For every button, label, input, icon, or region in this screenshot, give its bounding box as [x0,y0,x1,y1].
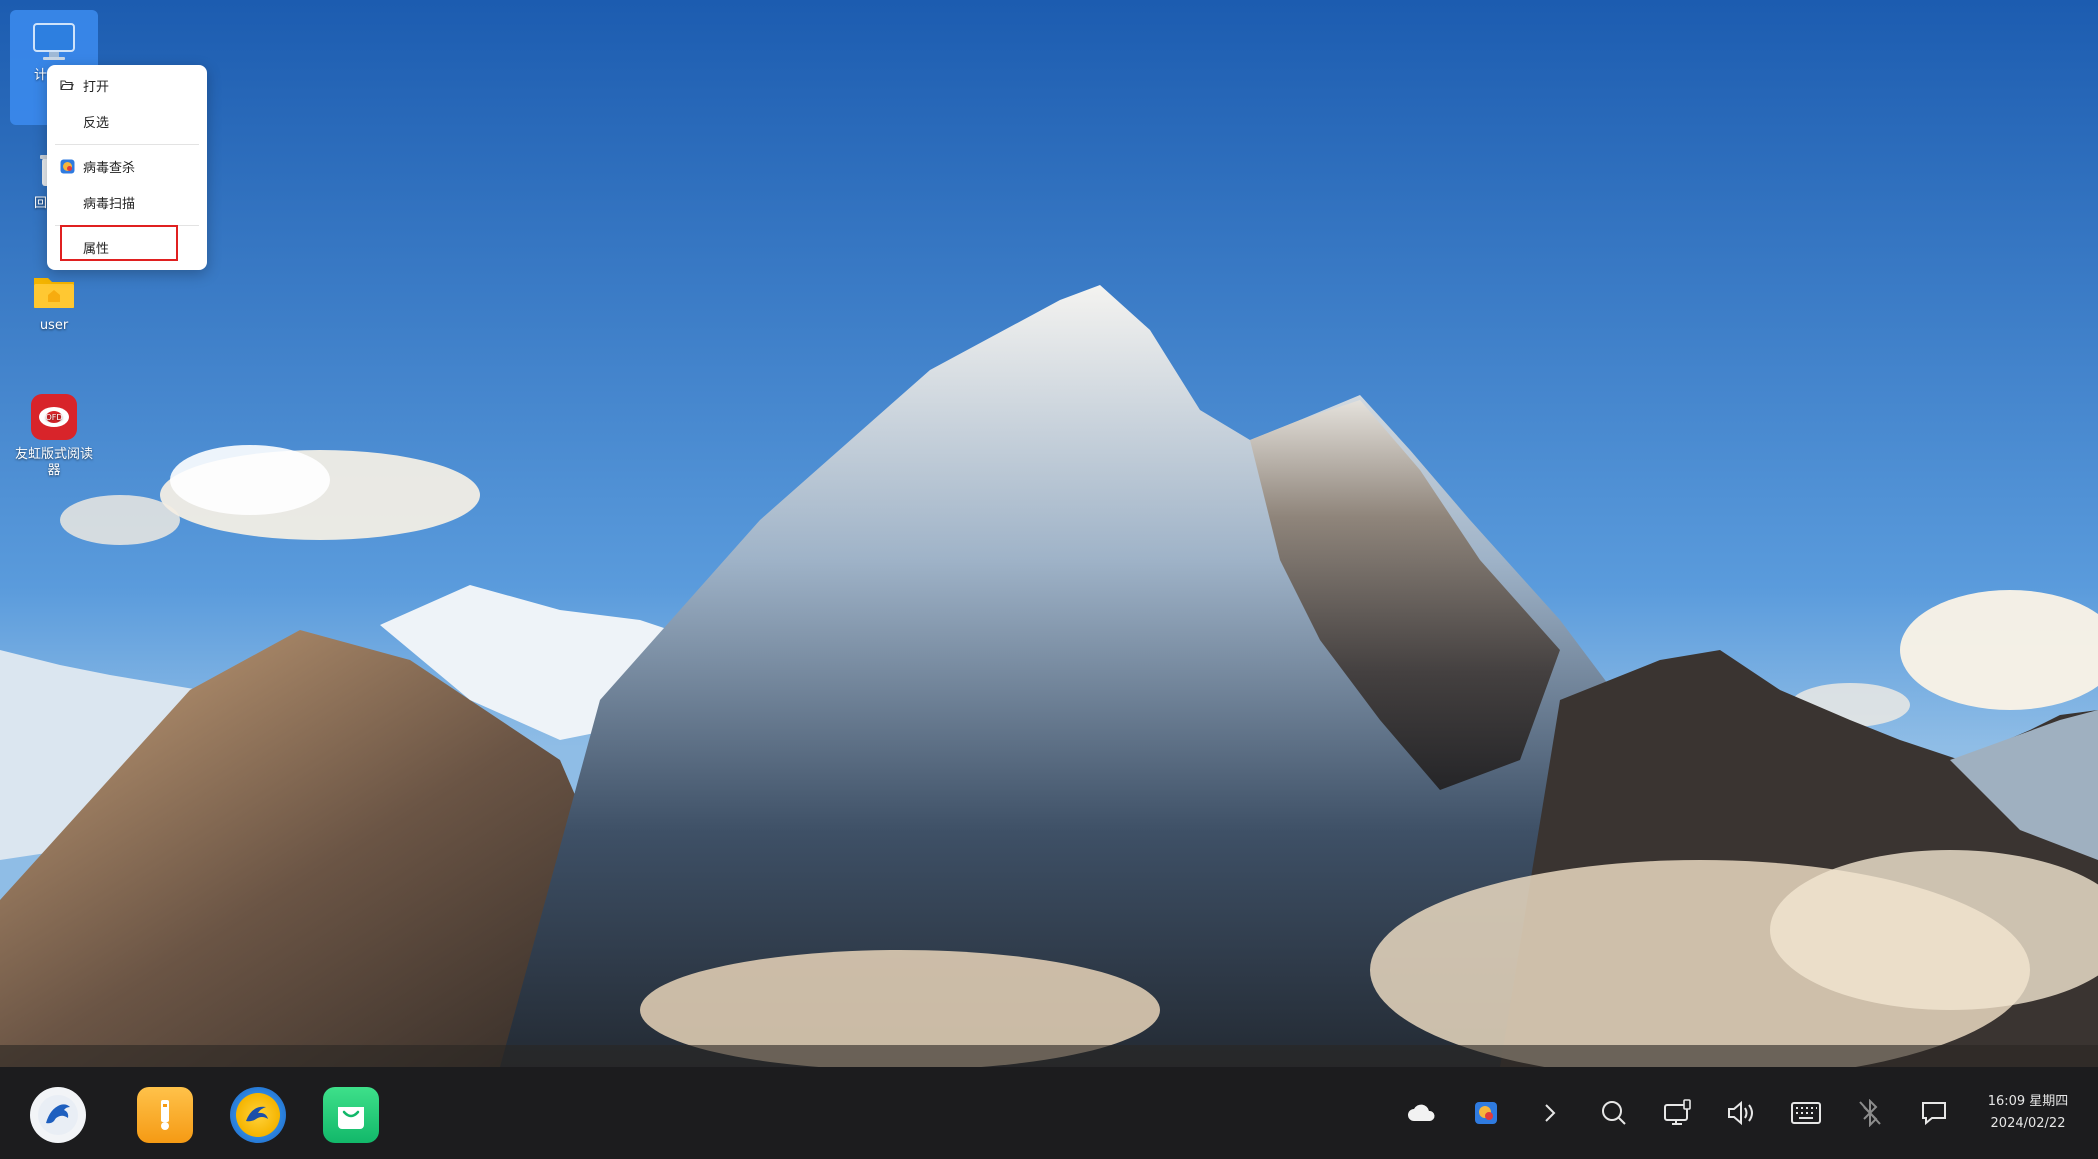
clock[interactable]: 16:09 星期四 2024/02/22 [1978,1091,2078,1135]
ofd-reader-icon: OFD [31,394,77,440]
clock-time-day: 16:09 星期四 [1987,1094,2069,1109]
desktop-icon-label: 友虹版式阅读器 [14,447,93,478]
network-icon [1664,1099,1691,1125]
chevron-right-icon [1545,1104,1556,1122]
security-center-icon [1475,1102,1497,1124]
desktop-icon-label: 计 [34,68,48,83]
desktop[interactable]: 计 回 user OFD 友虹版式阅读器 打开 反选 病毒查杀 病毒扫描 属性 [0,0,2098,1067]
network-button[interactable] [1660,1095,1696,1131]
antivirus-icon [59,158,75,174]
menu-item-open[interactable]: 打开 [47,70,207,100]
menu-item-label: 病毒扫描 [83,196,136,212]
menu-item-label: 病毒查杀 [83,160,136,176]
svg-text:OFD: OFD [45,413,62,422]
app-store-app[interactable] [323,1087,379,1143]
browser-icon [246,1106,268,1122]
cloud-icon [1408,1104,1435,1121]
menu-item-virus-scan[interactable]: 病毒扫描 [47,187,207,217]
notification-button[interactable] [1916,1095,1952,1131]
folder-open-icon [59,77,75,93]
app-store-icon [338,1107,364,1129]
notification-icon [1922,1102,1946,1126]
bluetooth-button[interactable] [1852,1095,1888,1131]
desktop-icon-label: 回 [34,196,48,211]
kylin-logo-icon [38,1095,78,1135]
menu-item-label: 打开 [83,79,110,95]
tray-expand-button[interactable] [1532,1095,1568,1131]
desktop-icon-label: user [39,318,69,333]
search-icon [1602,1101,1626,1125]
keyboard-button[interactable] [1788,1095,1824,1131]
browser-app[interactable] [230,1087,286,1143]
menu-item-label: 反选 [83,115,110,131]
volume-button[interactable] [1724,1095,1760,1131]
wallpaper-mountains [0,0,2098,1067]
file-transfer-app[interactable] [137,1087,193,1143]
usb-app-icon [161,1100,169,1130]
taskbar: 16:09 星期四 2024/02/22 [0,1067,2098,1159]
keyboard-icon [1791,1102,1821,1124]
clock-date: 2024/02/22 [1990,1116,2066,1131]
menu-item-antivirus[interactable]: 病毒查杀 [47,151,207,181]
menu-item-invert-select[interactable]: 反选 [47,106,207,136]
cloud-button[interactable] [1404,1095,1440,1131]
context-menu: 打开 反选 病毒查杀 病毒扫描 属性 [47,65,207,270]
bluetooth-icon [1859,1099,1881,1127]
computer-icon [33,23,75,60]
volume-icon [1728,1100,1753,1126]
desktop-icon-ofd-reader[interactable]: OFD 友虹版式阅读器 [10,393,98,488]
desktop-icon-user[interactable]: user [10,270,98,345]
search-button[interactable] [1596,1095,1632,1131]
home-folder-icon [34,278,74,308]
security-center-button[interactable] [1468,1095,1504,1131]
start-menu-button[interactable] [30,1087,86,1143]
menu-separator [55,144,199,145]
highlight-box [60,225,178,261]
